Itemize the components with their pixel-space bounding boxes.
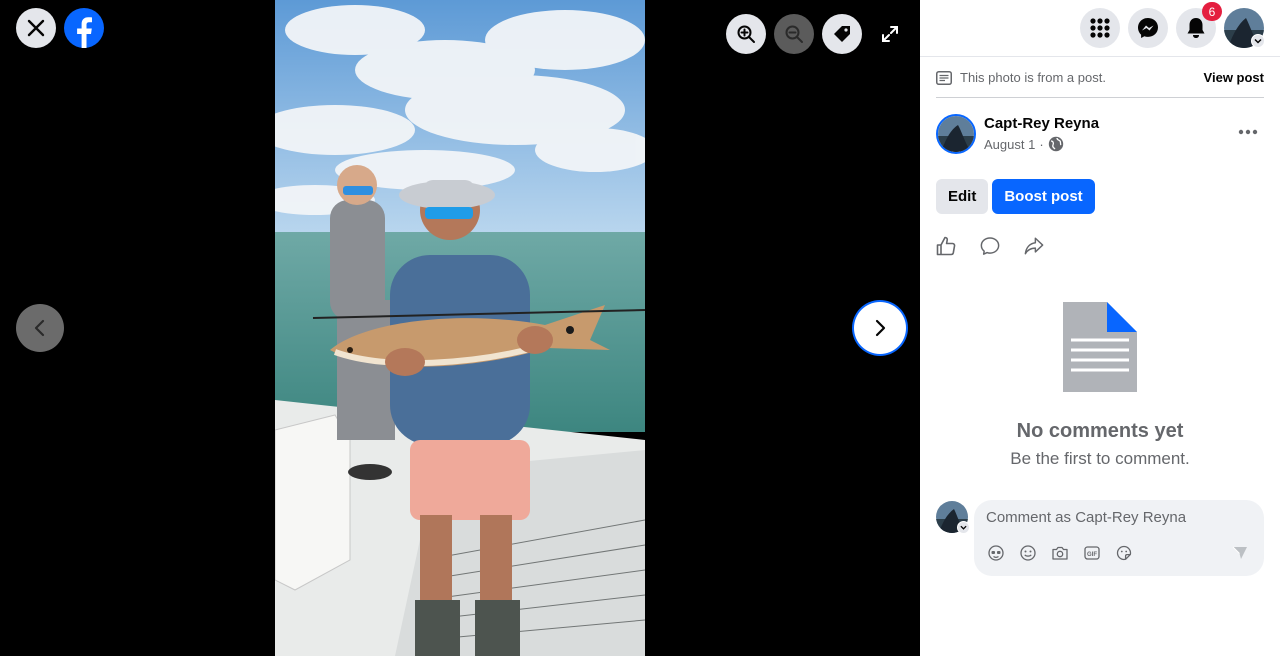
comment-button[interactable] [980,235,1000,257]
chevron-down-icon [1254,38,1262,44]
facebook-logo[interactable] [64,8,104,48]
more-horizontal-icon [1238,129,1258,135]
view-post-link[interactable]: View post [1204,70,1264,85]
avatar-sticker-button[interactable] [988,545,1004,561]
messenger-button[interactable] [1128,8,1168,48]
zoom-in-button[interactable] [726,14,766,54]
close-icon [27,19,45,37]
fullscreen-button[interactable] [870,14,910,54]
gif-button[interactable]: GIF [1084,545,1100,561]
zoom-out-button[interactable] [774,14,814,54]
notification-badge: 6 [1202,2,1222,21]
no-comments-title: No comments yet [1016,420,1184,442]
boost-post-button[interactable]: Boost post [992,179,1095,214]
from-post-text: This photo is from a post. [960,70,1106,85]
like-icon [936,236,956,256]
menu-grid-icon [1090,18,1110,38]
post-author-header: Capt-Rey Reyna August 1 · [936,114,1264,154]
share-icon [1024,237,1044,255]
sticker-button[interactable] [1116,545,1132,561]
next-photo-button[interactable] [856,304,904,352]
send-icon [1232,546,1247,559]
avatar-sticker-icon [988,545,1004,561]
document-illustration [1063,302,1137,392]
emoji-button[interactable] [1020,545,1036,561]
messenger-icon [1138,18,1158,38]
post-meta: August 1 · [984,136,1064,152]
account-menu-caret[interactable] [1251,34,1265,48]
author-profile-picture [938,116,974,152]
previous-photo-button[interactable] [16,304,64,352]
post-photo[interactable] [275,0,645,656]
comment-input[interactable] [986,506,1248,528]
bell-icon [1187,18,1205,38]
edit-button[interactable]: Edit [936,179,989,214]
sticker-icon [1116,545,1132,561]
comment-icon [980,237,1000,255]
chevron-left-icon [34,319,45,337]
like-button[interactable] [936,235,956,257]
share-button[interactable] [1024,235,1044,257]
zoom-out-icon [785,25,803,43]
comment-input-box: GIF [974,500,1264,576]
tag-photo-button[interactable] [822,14,862,54]
facebook-logo-icon [77,17,92,48]
fullscreen-icon [882,26,898,42]
emoji-icon [1020,545,1036,561]
globe-icon[interactable] [1048,136,1064,152]
meta-separator: · [1039,136,1044,152]
document-icon [1063,302,1137,392]
post-owner-actions: Edit Boost post [936,179,1095,214]
photo-from-post-banner: This photo is from a post. View post [936,58,1264,98]
post-sidebar: 6 This photo is from a post. View post C… [920,0,1280,656]
composer-tools: GIF [988,545,1132,561]
tag-icon [834,26,850,42]
post-icon [936,70,952,85]
send-comment-button[interactable] [1232,545,1248,566]
svg-text:GIF: GIF [1087,552,1097,558]
menu-button[interactable] [1080,8,1120,48]
close-button[interactable] [16,8,56,48]
photo-button[interactable] [1052,545,1068,561]
post-date[interactable]: August 1 [984,137,1035,152]
chevron-down-icon [960,525,967,530]
more-options-button[interactable] [1238,122,1258,140]
photo-viewer [0,0,920,656]
author-avatar[interactable] [936,114,976,154]
commenter-switch-caret[interactable] [957,521,970,534]
author-name[interactable]: Capt-Rey Reyna [984,115,1099,132]
zoom-in-icon [737,25,755,43]
chevron-right-icon [875,319,886,337]
top-navigation: 6 [920,0,1280,57]
empty-comments-state: No comments yet Be the first to comment. [920,302,1280,469]
fishing-photo-image [275,0,645,656]
reaction-bar [936,235,1044,257]
camera-icon [1052,546,1068,560]
no-comments-subtitle: Be the first to comment. [1010,449,1190,468]
gif-icon: GIF [1084,546,1100,560]
